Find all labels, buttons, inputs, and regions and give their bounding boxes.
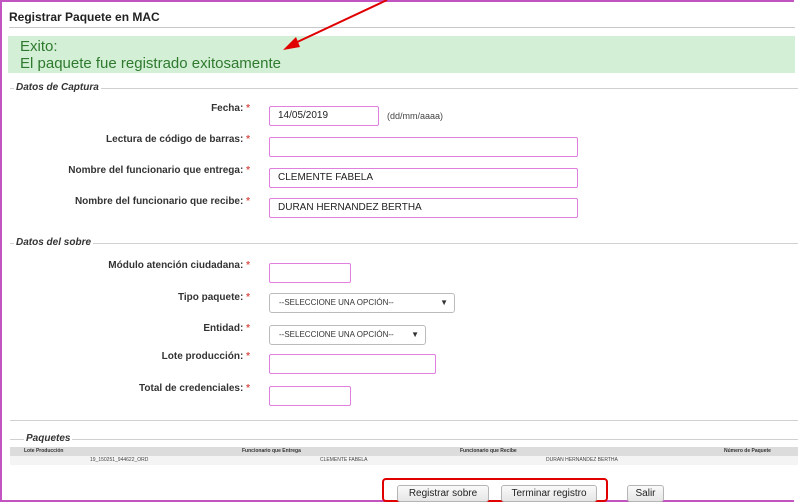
capture-divider <box>10 88 798 89</box>
packages-top-divider <box>10 420 798 421</box>
col-recibe: Funcionario que Recibe <box>460 448 517 454</box>
entrega-input[interactable]: CLEMENTE FABELA <box>269 168 578 188</box>
entrega-label: Nombre del funcionario que entrega: * <box>68 165 250 176</box>
col-numero: Número de Paquete <box>724 448 771 454</box>
envelope-legend: Datos del sobre <box>14 237 94 248</box>
total-credenciales-input[interactable] <box>269 386 351 406</box>
page-frame <box>0 0 794 502</box>
packages-divider <box>10 439 798 440</box>
barcode-input[interactable] <box>269 137 578 157</box>
recibe-label: Nombre del funcionario que recibe: * <box>74 196 250 207</box>
modulo-label: Módulo atención ciudadana: * <box>108 260 250 271</box>
page-title: Registrar Paquete en MAC <box>9 10 160 24</box>
recibe-input[interactable]: DURAN HERNANDEZ BERTHA <box>269 198 578 218</box>
fecha-label: Fecha: * <box>211 103 250 114</box>
capture-legend: Datos de Captura <box>14 82 101 93</box>
lote-label: Lote producción: * <box>161 351 250 362</box>
tipo-paquete-value: --SELECCIONE UNA OPCIÓN-- <box>279 298 394 307</box>
title-divider <box>9 27 795 28</box>
envelope-divider <box>10 243 798 244</box>
total-credenciales-label: Total de credenciales: * <box>139 383 250 394</box>
entidad-select[interactable]: --SELECCIONE UNA OPCIÓN-- ▼ <box>269 325 426 345</box>
col-entrega: Funcionario que Entrega <box>242 448 301 454</box>
row-recibe: DURAN HERNANDEZ BERTHA <box>546 457 618 463</box>
table-row[interactable]: 19_150251_944622_ORD CLEMENTE FABELA DUR… <box>10 456 798 465</box>
entidad-value: --SELECCIONE UNA OPCIÓN-- <box>279 330 394 339</box>
fecha-input[interactable]: 14/05/2019 <box>269 106 379 126</box>
salir-button[interactable]: Salir <box>627 485 664 502</box>
packages-legend: Paquetes <box>24 433 73 444</box>
registrar-sobre-button[interactable]: Registrar sobre <box>397 485 489 502</box>
success-heading: Exito: <box>20 38 58 55</box>
entidad-label: Entidad: * <box>203 323 250 334</box>
terminar-registro-button[interactable]: Terminar registro <box>501 485 597 502</box>
packages-table-header: Lote Producción Funcionario que Entrega … <box>10 447 798 456</box>
lote-input[interactable] <box>269 354 436 374</box>
row-entrega: CLEMENTE FABELA <box>320 457 368 463</box>
row-lote: 19_150251_944622_ORD <box>90 457 149 463</box>
tipo-paquete-select[interactable]: --SELECCIONE UNA OPCIÓN-- ▼ <box>269 293 455 313</box>
fecha-format-hint: (dd/mm/aaaa) <box>387 111 444 121</box>
success-alert: Exito: El paquete fue registrado exitosa… <box>8 36 795 73</box>
chevron-down-icon: ▼ <box>440 298 448 307</box>
success-message: El paquete fue registrado exitosamente <box>20 55 281 72</box>
chevron-down-icon: ▼ <box>411 330 419 339</box>
modulo-input[interactable] <box>269 263 351 283</box>
col-lote: Lote Producción <box>24 448 64 454</box>
barcode-label: Lectura de código de barras: * <box>106 134 250 145</box>
tipo-paquete-label: Tipo paquete: * <box>177 292 250 303</box>
